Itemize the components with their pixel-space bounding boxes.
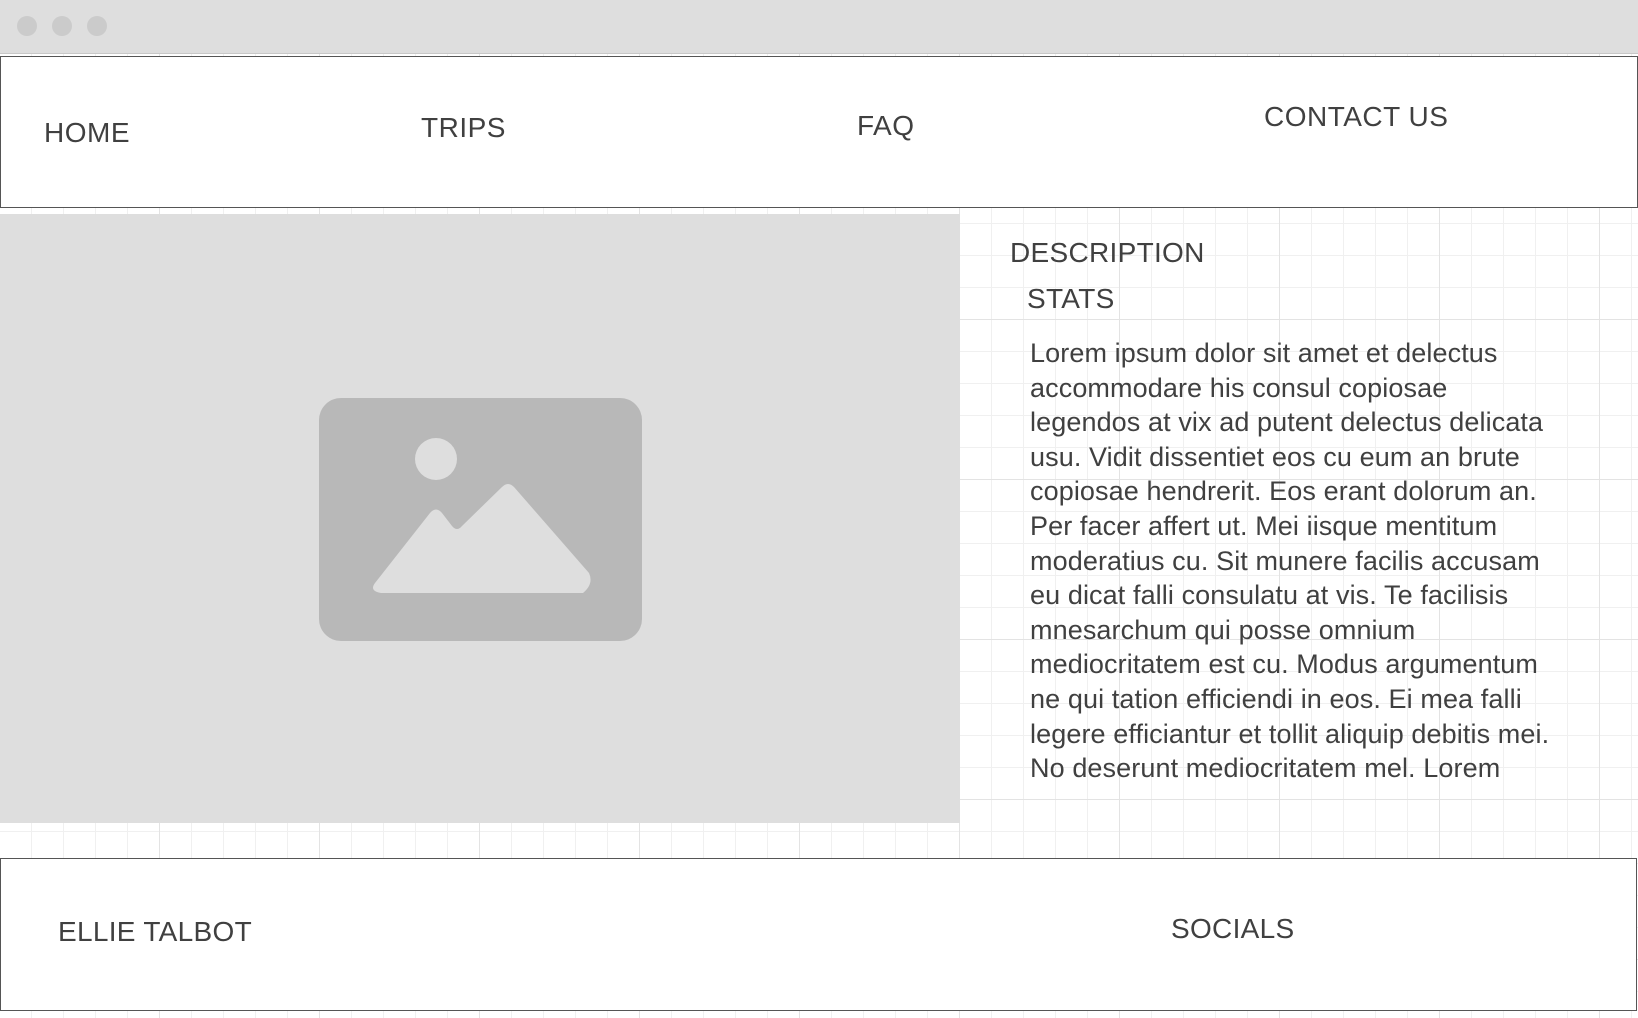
window-maximize-dot-icon[interactable] xyxy=(87,16,107,36)
nav-link-contact-us[interactable]: CONTACT US xyxy=(1264,101,1448,133)
window-close-dot-icon[interactable] xyxy=(17,16,37,36)
hero-image-placeholder xyxy=(0,214,960,823)
page-footer: ELLIE TALBOT SOCIALS xyxy=(0,858,1637,1011)
footer-socials-link[interactable]: SOCIALS xyxy=(1171,913,1294,945)
page: { "nav": { "home": "HOME", "trips": "TRI… xyxy=(0,0,1638,1018)
window-titlebar xyxy=(0,0,1638,54)
description-body-text: Lorem ipsum dolor sit amet et delectus a… xyxy=(1030,338,1550,784)
description-heading: DESCRIPTION xyxy=(1010,237,1205,268)
nav-link-trips[interactable]: TRIPS xyxy=(421,112,506,144)
footer-author-name: ELLIE TALBOT xyxy=(58,916,252,947)
nav-link-home[interactable]: HOME xyxy=(44,117,130,149)
stats-heading: STATS xyxy=(1027,283,1115,314)
top-navigation-bar: HOME TRIPS FAQ CONTACT US xyxy=(0,56,1638,208)
window-minimize-dot-icon[interactable] xyxy=(52,16,72,36)
image-placeholder-icon xyxy=(319,398,642,641)
nav-link-faq[interactable]: FAQ xyxy=(857,110,915,142)
